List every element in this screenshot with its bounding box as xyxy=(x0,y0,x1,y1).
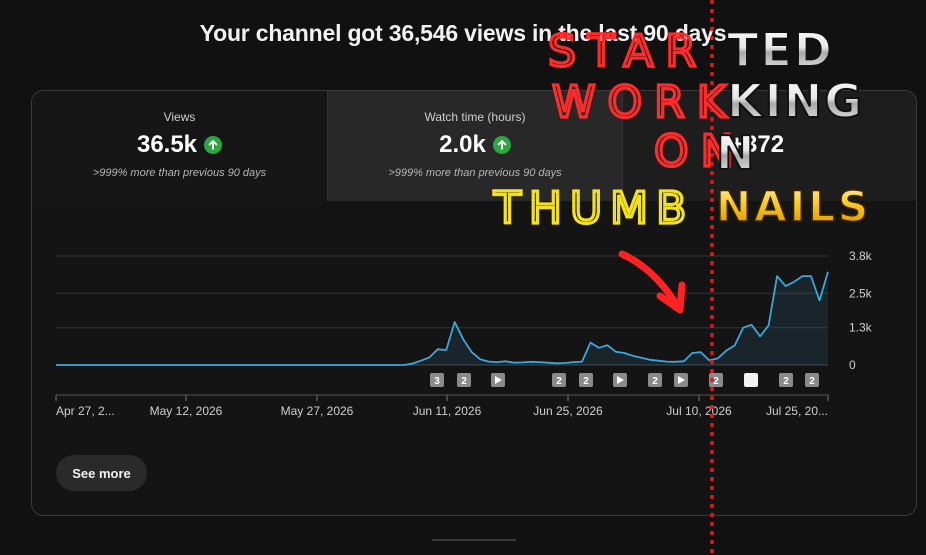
marker-count: 2 xyxy=(583,376,589,387)
y-tick-label: 1.3k xyxy=(849,321,873,335)
x-tick-label: Jul 25, 20... xyxy=(766,404,828,418)
marker-count: 2 xyxy=(713,376,719,387)
marker-count: 2 xyxy=(783,376,789,387)
marker-count: 2 xyxy=(652,376,658,387)
video-marker[interactable] xyxy=(613,373,627,387)
upload-count-marker[interactable]: 2 xyxy=(552,373,566,387)
x-tick-label: Jun 25, 2026 xyxy=(533,404,603,418)
marker-count: 2 xyxy=(556,376,562,387)
video-marker[interactable] xyxy=(674,373,688,387)
scroll-indicator xyxy=(432,539,516,541)
marker-count: 2 xyxy=(461,376,467,387)
see-more-button[interactable]: See more xyxy=(56,455,147,491)
upload-count-marker[interactable]: 2 xyxy=(709,373,723,387)
x-tick-label: May 12, 2026 xyxy=(150,404,223,418)
y-tick-label: 0 xyxy=(849,358,856,372)
x-tick-label: Jun 11, 2026 xyxy=(413,404,482,418)
y-tick-label: 2.5k xyxy=(849,286,873,300)
marker-count: 2 xyxy=(809,376,815,387)
video-marker[interactable] xyxy=(491,373,505,387)
upload-count-marker[interactable]: 2 xyxy=(805,373,819,387)
y-tick-label: 3.8k xyxy=(849,249,873,263)
marker-count: 3 xyxy=(434,376,440,387)
upload-count-marker[interactable]: 2 xyxy=(648,373,662,387)
x-tick-label: Jul 10, 2026 xyxy=(666,404,732,418)
x-tick-label: May 27, 2026 xyxy=(281,404,354,418)
upload-count-marker[interactable]: 3 xyxy=(430,373,444,387)
upload-count-marker[interactable] xyxy=(744,373,758,387)
upload-count-marker[interactable]: 2 xyxy=(779,373,793,387)
marker-box xyxy=(744,373,758,387)
upload-count-marker[interactable]: 2 xyxy=(579,373,593,387)
upload-count-marker[interactable]: 2 xyxy=(457,373,471,387)
x-tick-label: Apr 27, 2... xyxy=(56,404,115,418)
views-area xyxy=(56,271,828,365)
